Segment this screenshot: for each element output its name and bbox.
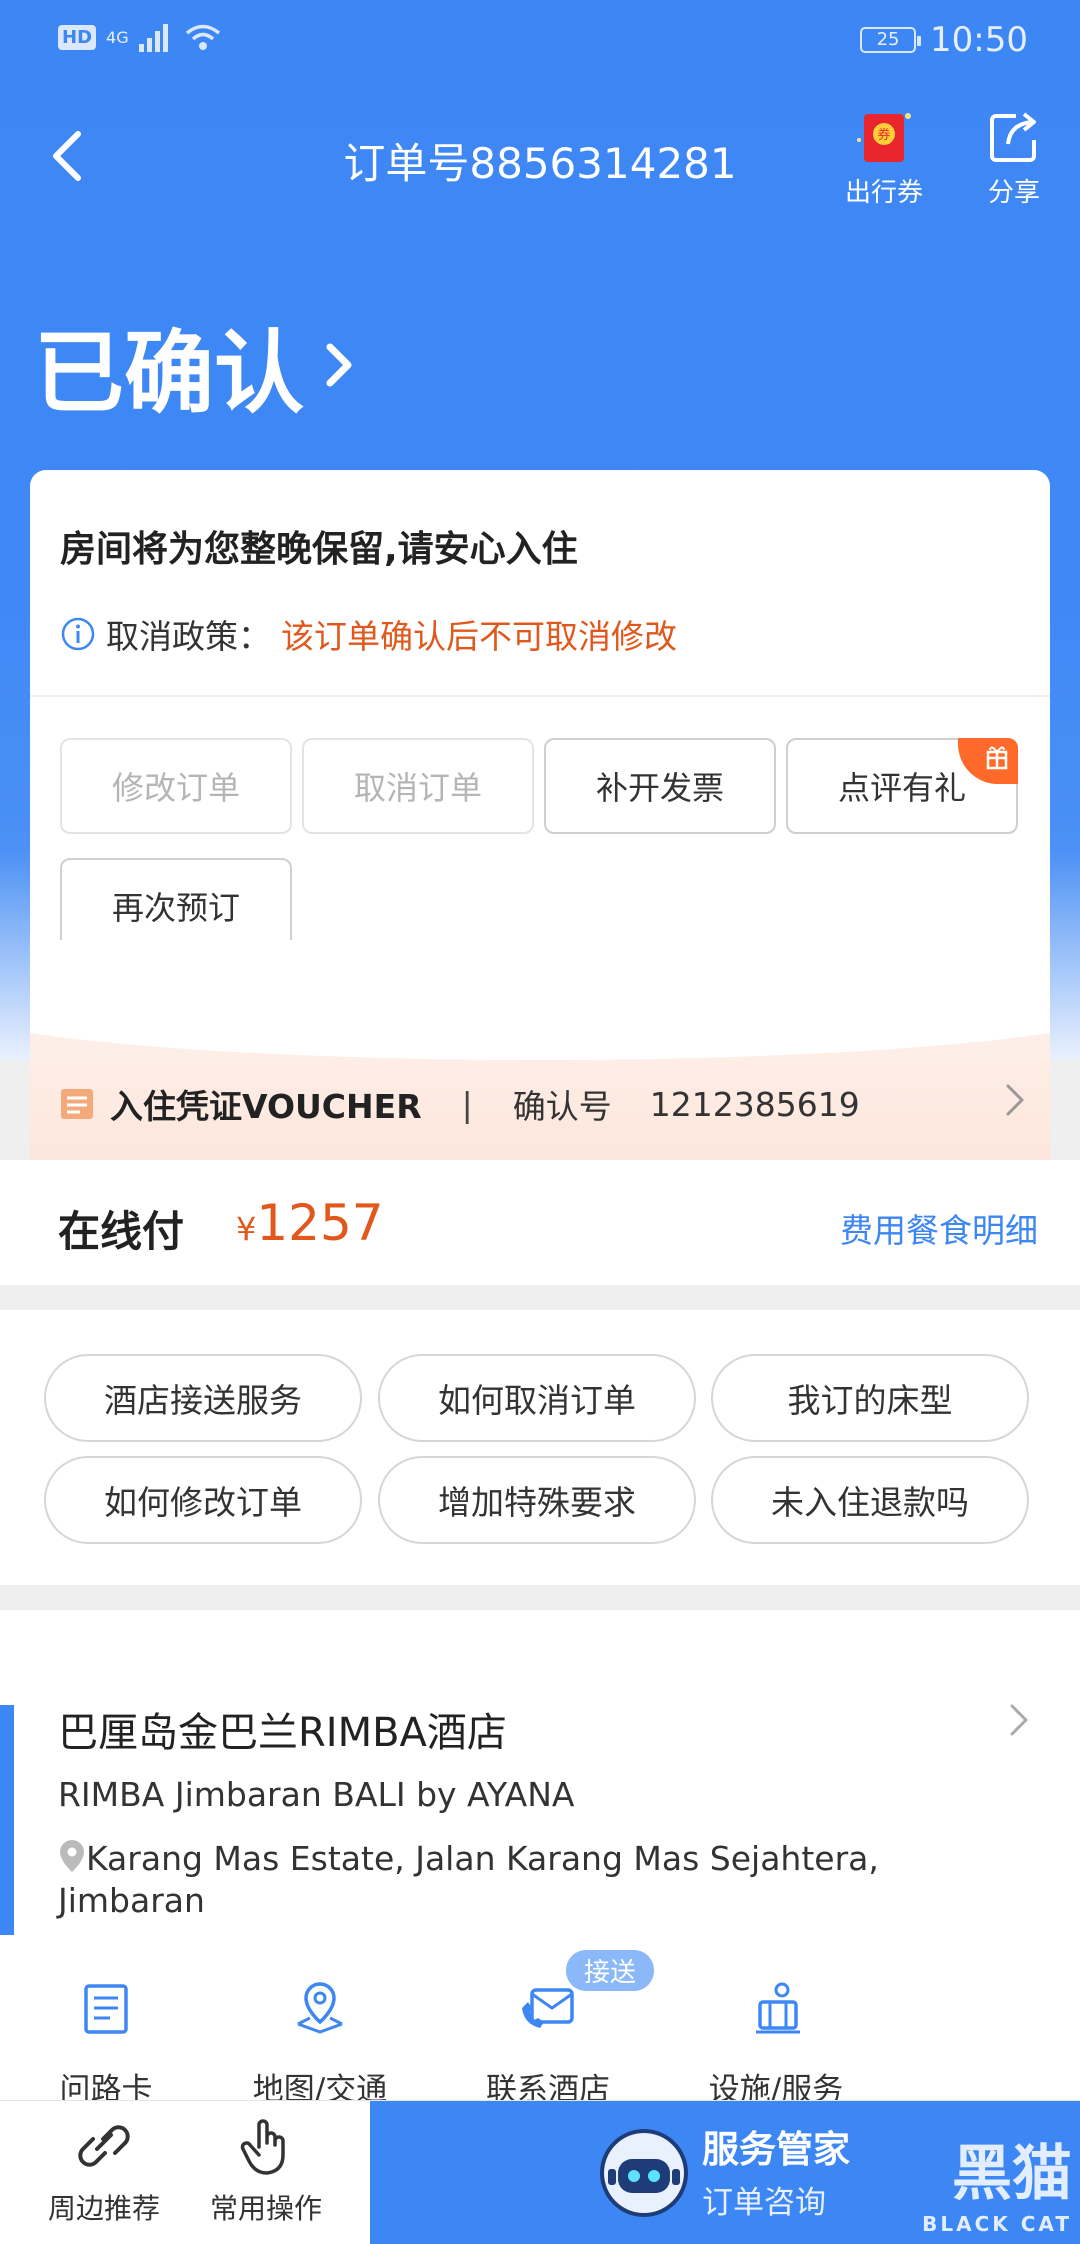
payment-amount: 1257 [256, 1194, 384, 1252]
divider [30, 695, 1050, 697]
hand-tap-icon [240, 2119, 285, 2175]
faq-chip[interactable]: 酒店接送服务 [44, 1354, 362, 1442]
battery-icon: 25 [860, 27, 922, 53]
phone-mail-icon [522, 1988, 574, 2028]
share-button[interactable]: 分享 [972, 110, 1056, 209]
voucher-title: 入住凭证VOUCHER [110, 1087, 422, 1126]
voucher-separator: | [461, 1084, 473, 1124]
svg-text:券: 券 [877, 127, 890, 143]
chevron-right-icon [1006, 1084, 1024, 1116]
hotel-address: Karang Mas Estate, Jalan Karang Mas Seja… [58, 1838, 958, 1922]
policy-value: 该订单确认后不可取消修改 [281, 617, 677, 656]
invoice-label: 补开发票 [595, 769, 724, 807]
clock: 10:50 [930, 20, 1028, 60]
signal-icon [138, 24, 168, 52]
share-label: 分享 [987, 178, 1040, 208]
order-card: 房间将为您整晚保留,请安心入住 取消政策： 该订单确认后不可取消修改 修改订单 … [30, 470, 1050, 1160]
currency-symbol: ¥ [236, 1210, 257, 1248]
ticket-icon [61, 1089, 93, 1119]
service-butler-title: 服务管家 [702, 2128, 850, 2171]
order-consult-label: 订单咨询 [702, 2185, 826, 2221]
contact-hotel-button[interactable]: 联系酒店 [448, 1980, 648, 2109]
faq-chip[interactable]: 我订的床型 [711, 1354, 1029, 1442]
cancel-order-label: 取消订单 [353, 769, 482, 807]
common-ops-label: 常用操作 [209, 2192, 322, 2225]
wifi-icon [185, 24, 220, 50]
travel-coupon-label: 出行券 [844, 178, 923, 208]
gift-icon [986, 746, 1008, 770]
review-gift-label: 点评有礼 [837, 769, 966, 807]
modify-order-label: 修改订单 [111, 769, 240, 807]
common-ops-button[interactable]: 常用操作 [186, 2115, 346, 2227]
payment-price: ¥1257 [236, 1194, 384, 1252]
watermark-subtext: BLACK CAT [922, 2212, 1072, 2236]
map-pin-icon [297, 1982, 343, 2034]
facilities-button[interactable]: 设施/服务 [676, 1980, 876, 2109]
travel-coupon-button[interactable]: 券 出行券 [834, 110, 934, 209]
faq-chip[interactable]: 如何取消订单 [378, 1354, 696, 1442]
confirm-number: 1212385619 [649, 1084, 860, 1124]
order-status[interactable]: 已确认 [34, 300, 358, 430]
faq-chip[interactable]: 未入住退款吗 [711, 1456, 1029, 1544]
document-icon [84, 1984, 128, 2034]
map-button[interactable]: 地图/交通 [220, 1980, 420, 2109]
hd-indicator: HD [58, 24, 97, 50]
rebook-label: 再次预订 [111, 889, 240, 927]
review-gift-button[interactable]: 点评有礼 [786, 738, 1018, 834]
faq-chip[interactable]: 如何修改订单 [44, 1456, 362, 1544]
policy-label: 取消政策： [106, 617, 271, 656]
faq-section: 酒店接送服务 如何取消订单 我订的床型 如何修改订单 增加特殊要求 未入住退款吗 [0, 1310, 1080, 1585]
payment-row: 在线付 ¥1257 费用餐食明细 [0, 1160, 1080, 1285]
hotel-name[interactable]: 巴厘岛金巴兰RIMBA酒店 [58, 1700, 507, 1758]
service-butler-button[interactable]: 服务管家 订单咨询 黑猫 BLACK CAT [370, 2101, 1080, 2244]
red-envelope-icon: 券 [857, 113, 911, 162]
order-status-label: 已确认 [34, 321, 304, 426]
nav-bar: 订单号8856314281 券 出行券 分享 [0, 100, 1080, 220]
gift-badge [958, 738, 1018, 784]
facilities-icon [756, 1982, 800, 2034]
voucher-row[interactable]: 入住凭证VOUCHER | 确认号 1212385619 [30, 940, 1050, 1160]
robot-avatar-icon [600, 2129, 688, 2217]
nearby-recommend-button[interactable]: 周边推荐 [24, 2115, 184, 2227]
watermark-text: 黑猫 [952, 2139, 1072, 2209]
share-icon [990, 112, 1036, 162]
bottom-bar: 周边推荐 常用操作 服务管家 订单咨询 黑猫 BLACK CAT [0, 2100, 1080, 2244]
reservation-headline: 房间将为您整晚保留,请安心入住 [60, 529, 578, 570]
hotel-accent-bar [0, 1705, 14, 1935]
nearby-recommend-label: 周边推荐 [47, 2192, 160, 2225]
link-icon [78, 2125, 130, 2167]
location-pin-icon [60, 1840, 84, 1872]
watermark: 黑猫 BLACK CAT [922, 2125, 1072, 2236]
direction-card-button[interactable]: 问路卡 [6, 1980, 206, 2109]
info-icon [61, 617, 95, 651]
fee-detail-link[interactable]: 费用餐食明细 [840, 1204, 1038, 1252]
network-type: 4G [106, 27, 129, 47]
chevron-right-icon[interactable] [1008, 1700, 1032, 1740]
cancel-order-button[interactable]: 取消订单 [302, 738, 534, 834]
cancel-policy: 取消政策： 该订单确认后不可取消修改 [60, 610, 677, 658]
hotel-address-text: Karang Mas Estate, Jalan Karang Mas Seja… [58, 1839, 879, 1920]
status-bar: HD 4G 25 10:50 [0, 0, 1080, 80]
voucher-curve [30, 940, 1050, 1060]
payment-label: 在线付 [58, 1207, 185, 1256]
hotel-name-en: RIMBA Jimbaran BALI by AYANA [58, 1775, 575, 1814]
confirm-label: 确认号 [512, 1087, 612, 1126]
invoice-button[interactable]: 补开发票 [544, 738, 776, 834]
modify-order-button[interactable]: 修改订单 [60, 738, 292, 834]
faq-chip[interactable]: 增加特殊要求 [378, 1456, 696, 1544]
chevron-right-icon [326, 343, 352, 387]
